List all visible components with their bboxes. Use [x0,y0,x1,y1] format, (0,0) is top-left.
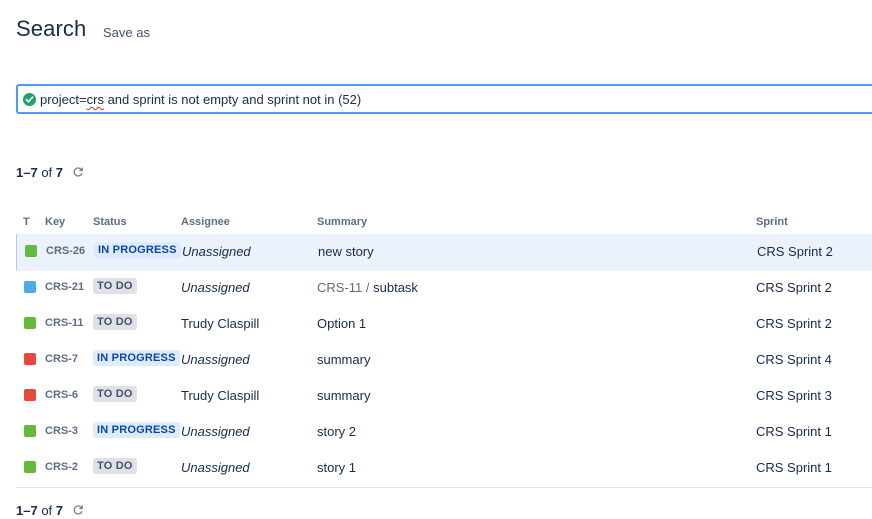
bug-type-icon [24,389,36,401]
bug-type-icon [24,353,36,365]
issue-key[interactable]: CRS-11 [45,317,84,329]
assignee-cell: Unassigned [182,244,251,259]
sprint-cell: CRS Sprint 1 [756,424,832,439]
sprint-cell: CRS Sprint 2 [757,244,833,259]
table-row[interactable]: CRS-3 IN PROGRESS Unassigned story 2 CRS… [16,414,872,451]
status-lozenge: TO DO [93,314,137,330]
sprint-cell: CRS Sprint 3 [756,388,832,403]
story-type-icon [24,425,36,437]
story-type-icon [24,317,36,329]
issue-key[interactable]: CRS-7 [45,353,78,365]
column-header-sprint[interactable]: Sprint [756,216,788,228]
results-count-top: 1–7 of 7 [16,165,84,181]
page-title: Search [16,16,87,41]
assignee-cell: Unassigned [181,352,250,367]
results-table-header: T Key Status Assignee Summary Sprint [16,214,872,234]
results-count-bottom: 1–7 of 7 [16,503,84,519]
jql-spellcheck-word: crs [86,92,104,107]
table-row[interactable]: CRS-6 TO DO Trudy Claspill summary CRS S… [16,378,872,415]
column-header-assignee[interactable]: Assignee [181,216,230,228]
column-header-key[interactable]: Key [45,216,65,228]
assignee-cell: Unassigned [181,424,250,439]
table-row[interactable]: CRS-7 IN PROGRESS Unassigned summary CRS… [16,342,872,379]
table-row[interactable]: CRS-26 IN PROGRESS Unassigned new story … [16,234,872,271]
summary-cell[interactable]: story 2 [317,424,356,439]
table-row[interactable]: CRS-21 TO DO Unassigned CRS-11 / subtask… [16,270,872,307]
status-lozenge: IN PROGRESS [93,350,180,366]
sprint-cell: CRS Sprint 1 [756,460,832,475]
summary-cell[interactable]: summary [317,388,370,403]
assignee-cell: Unassigned [181,460,250,475]
subtask-type-icon [24,281,36,293]
assignee-cell: Unassigned [181,280,250,295]
issue-key[interactable]: CRS-26 [46,245,85,257]
table-row[interactable]: CRS-11 TO DO Trudy Claspill Option 1 CRS… [16,306,872,343]
sprint-cell: CRS Sprint 4 [756,352,832,367]
jql-query-text: project=crs and sprint is not empty and … [40,92,362,107]
assignee-cell: Trudy Claspill [181,388,260,403]
save-as-button[interactable]: Save as [103,25,150,40]
summary-cell[interactable]: story 1 [317,460,356,475]
issue-key[interactable]: CRS-3 [45,425,78,437]
column-header-type[interactable]: T [23,216,30,228]
story-type-icon [24,461,36,473]
status-lozenge: TO DO [93,386,137,402]
story-type-icon [25,245,37,257]
sprint-cell: CRS Sprint 2 [756,280,832,295]
issue-key[interactable]: CRS-2 [45,461,78,473]
valid-query-check-icon [23,93,36,106]
refresh-icon[interactable] [72,166,84,181]
issue-key[interactable]: CRS-21 [45,281,84,293]
parent-issue-link: CRS-11 [317,280,363,295]
column-header-status[interactable]: Status [93,216,127,228]
sprint-cell: CRS Sprint 2 [756,316,832,331]
column-header-summary[interactable]: Summary [317,216,367,228]
status-lozenge: TO DO [93,278,137,294]
table-row[interactable]: CRS-2 TO DO Unassigned story 1 CRS Sprin… [16,450,872,487]
summary-cell[interactable]: new story [318,244,374,259]
issue-key[interactable]: CRS-6 [45,389,78,401]
jql-search-input[interactable]: project=crs and sprint is not empty and … [16,84,872,114]
summary-cell[interactable]: CRS-11 / subtask [317,280,418,295]
summary-cell[interactable]: Option 1 [317,316,366,331]
status-lozenge: IN PROGRESS [93,422,180,438]
status-lozenge: IN PROGRESS [94,242,181,258]
assignee-cell: Trudy Claspill [181,316,260,331]
table-bottom-divider [16,487,872,488]
status-lozenge: TO DO [93,458,137,474]
summary-cell[interactable]: summary [317,352,370,367]
